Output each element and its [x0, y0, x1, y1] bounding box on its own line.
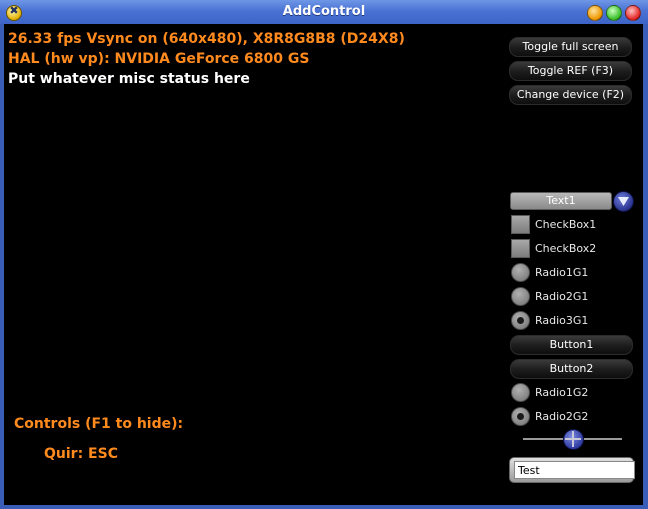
checkbox1-box[interactable]	[511, 215, 530, 234]
text-combo-box[interactable]: Text1	[510, 192, 612, 210]
checkbox2-label[interactable]: CheckBox2	[535, 242, 596, 255]
fps-status: 26.33 fps Vsync on (640x480), X8R8G8B8 (…	[8, 31, 405, 47]
close-button[interactable]	[625, 5, 641, 21]
checkbox2-box[interactable]	[511, 239, 530, 258]
radio2g1-button[interactable]	[511, 287, 530, 306]
radio1g1-button[interactable]	[511, 263, 530, 282]
change-device-button[interactable]: Change device (F2)	[509, 85, 632, 105]
radio3g1-label[interactable]: Radio3G1	[535, 314, 588, 327]
toggle-ref-button[interactable]: Toggle REF (F3)	[509, 61, 632, 81]
minimize-button[interactable]	[587, 5, 603, 21]
radio3g1-button[interactable]	[511, 311, 530, 330]
device-status: HAL (hw vp): NVIDIA GeForce 6800 GS	[8, 51, 310, 67]
app-window: ✖ AddControl 26.33 fps Vsync on (640x480…	[0, 0, 648, 509]
radio1g2-button[interactable]	[511, 383, 530, 402]
button2[interactable]: Button2	[510, 359, 633, 379]
controls-help-title: Controls (F1 to hide):	[14, 416, 184, 432]
maximize-button[interactable]	[606, 5, 622, 21]
radio2g2-button[interactable]	[511, 407, 530, 426]
edit-box	[509, 457, 635, 483]
radio2g2-label[interactable]: Radio2G2	[535, 410, 588, 423]
render-area: 26.33 fps Vsync on (640x480), X8R8G8B8 (…	[4, 24, 643, 505]
combo-dropdown-button[interactable]	[613, 191, 634, 212]
misc-status: Put whatever misc status here	[8, 71, 250, 87]
test-edit-input[interactable]	[514, 461, 635, 479]
button1[interactable]: Button1	[510, 335, 633, 355]
radio1g2-label[interactable]: Radio1G2	[535, 386, 588, 399]
radio1g1-label[interactable]: Radio1G1	[535, 266, 588, 279]
slider-thumb[interactable]	[563, 429, 584, 450]
toggle-full-screen-button[interactable]: Toggle full screen	[509, 37, 632, 57]
chevron-down-icon	[618, 197, 629, 206]
title-bar[interactable]: ✖ AddControl	[0, 0, 648, 24]
controls-help-quit: Quir: ESC	[44, 446, 118, 462]
window-title: AddControl	[282, 4, 366, 19]
radio2g1-label[interactable]: Radio2G1	[535, 290, 588, 303]
checkbox1-label[interactable]: CheckBox1	[535, 218, 596, 231]
